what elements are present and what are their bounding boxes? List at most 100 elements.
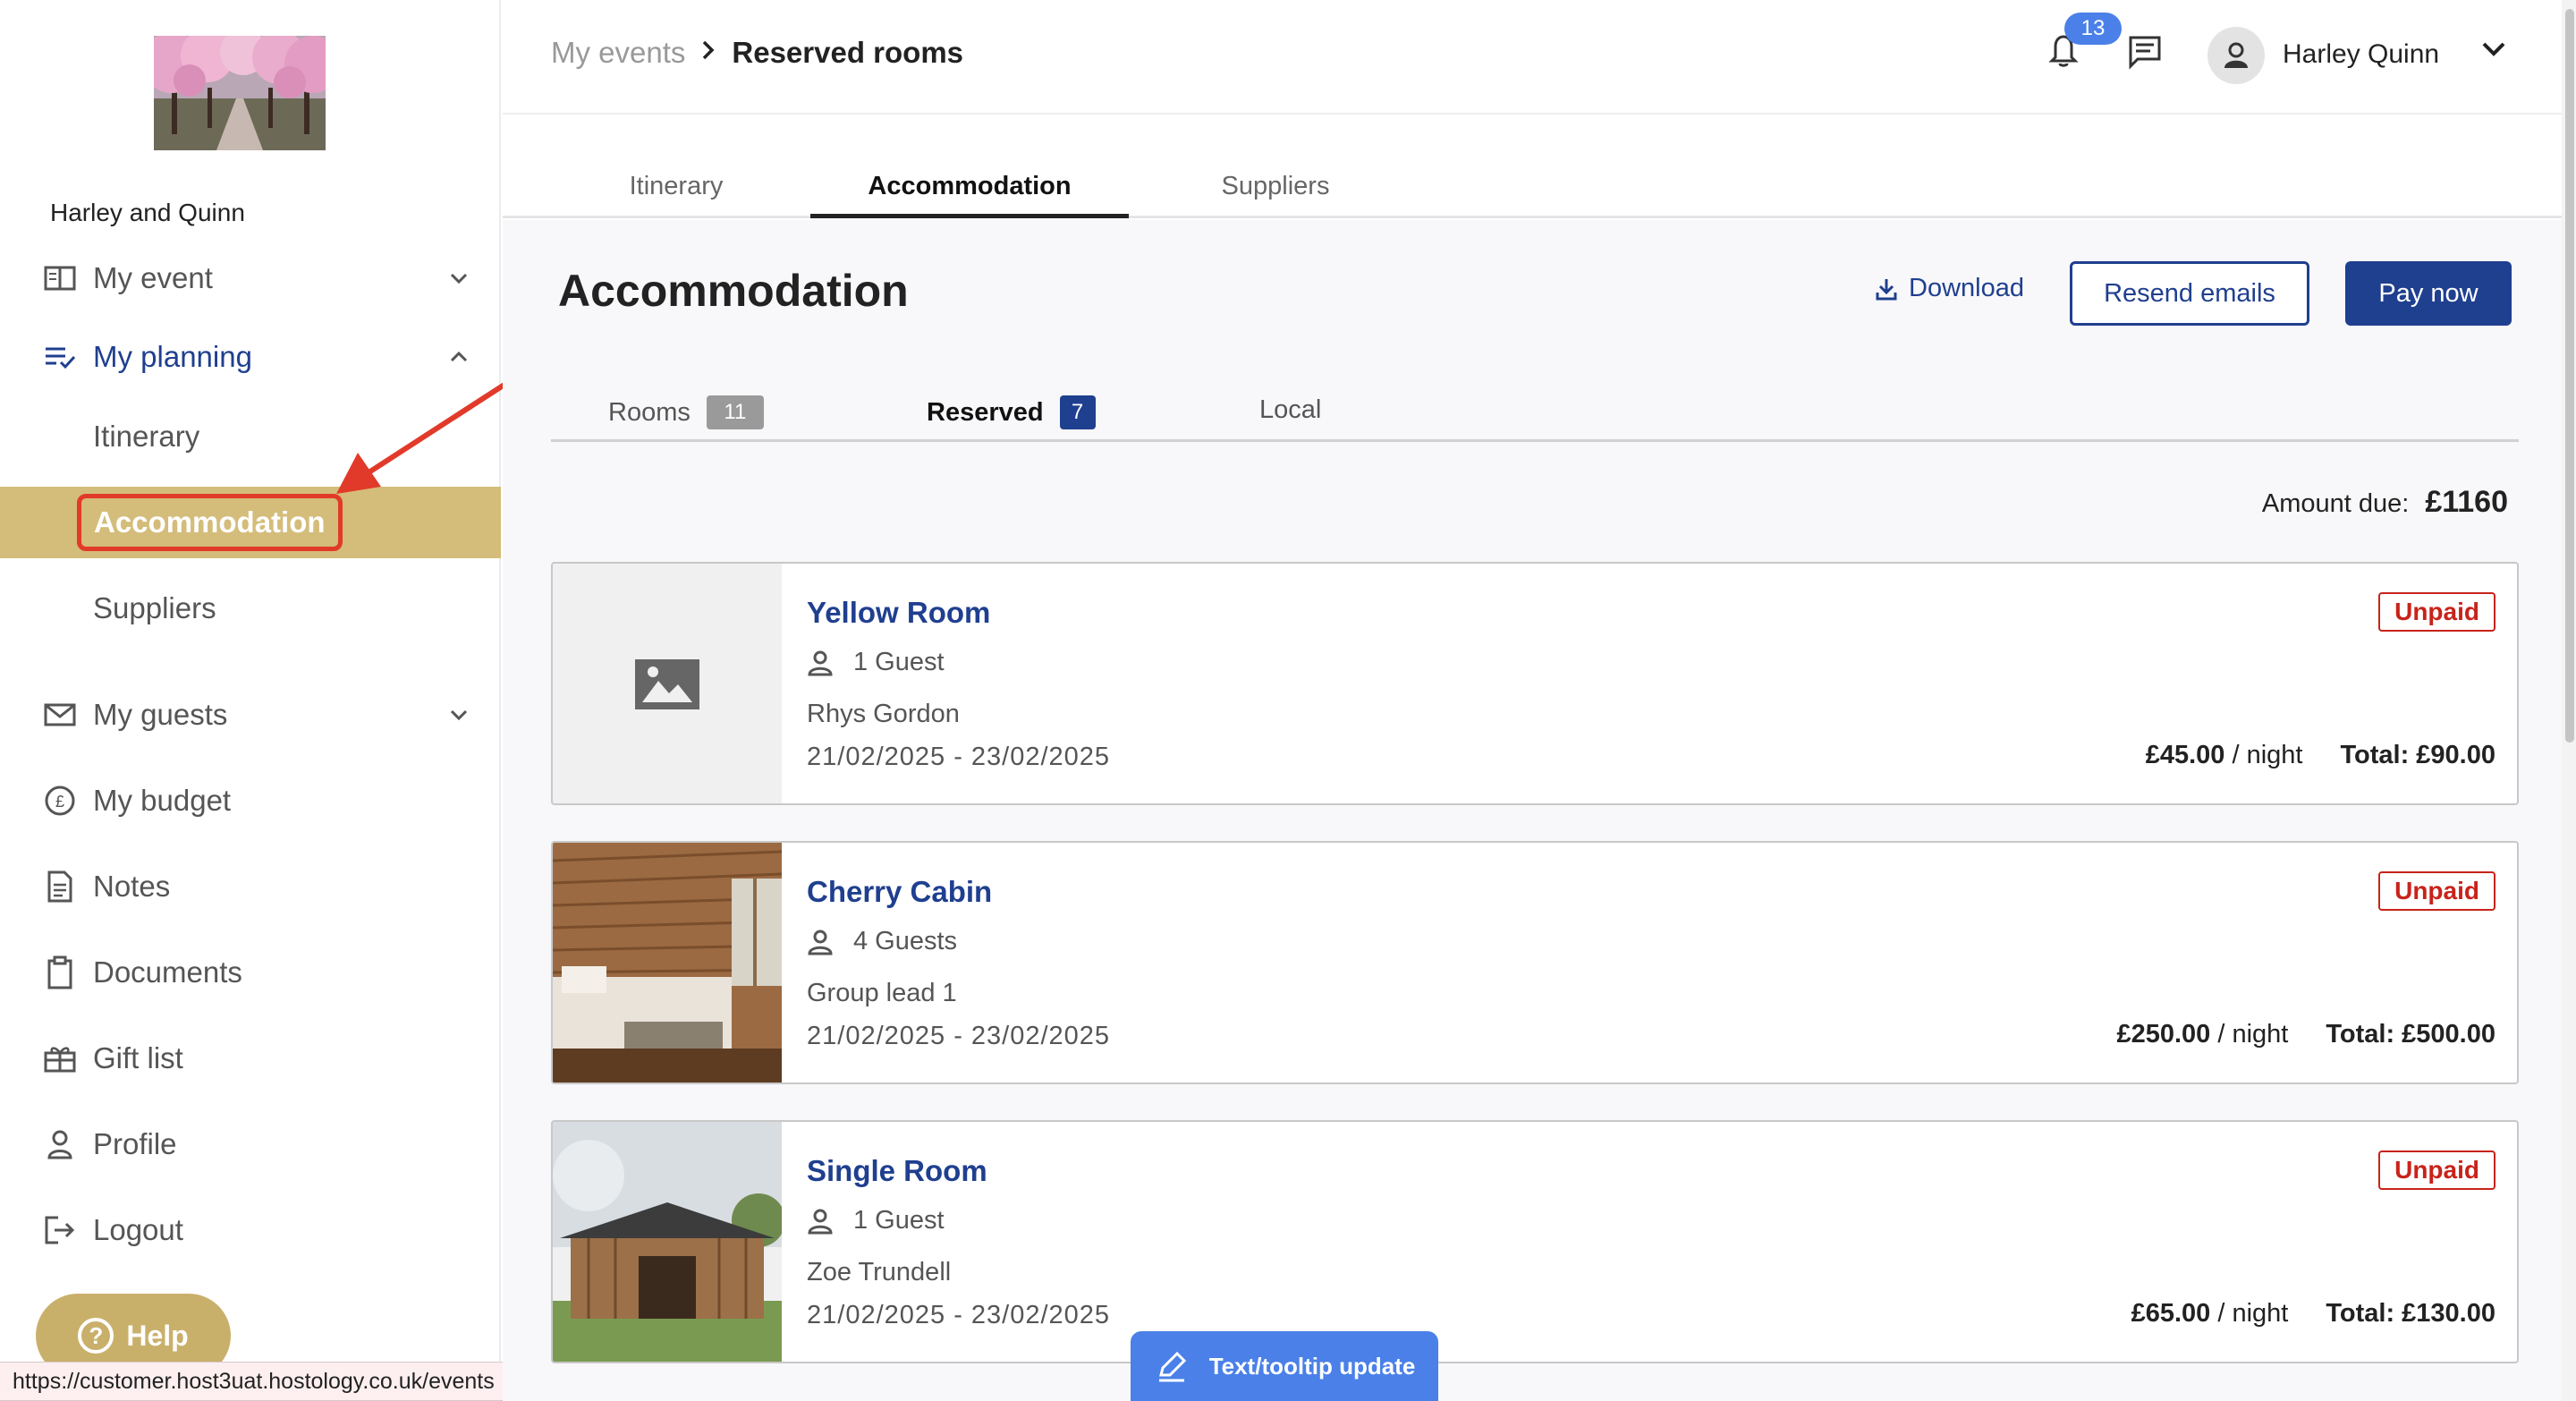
chevron-down-icon[interactable] xyxy=(2481,41,2506,62)
room-name[interactable]: Cherry Cabin xyxy=(807,875,992,909)
person-icon xyxy=(808,1209,833,1234)
status-bar-url: https://customer.host3uat.hostology.co.u… xyxy=(0,1362,508,1401)
total-price: Total: £500.00 xyxy=(2326,1020,2496,1049)
text-tooltip-update-button[interactable]: Text/tooltip update xyxy=(1131,1331,1438,1401)
sidebar-subitem-label: Accommodation xyxy=(77,494,343,551)
room-name[interactable]: Single Room xyxy=(807,1154,987,1188)
subtab-label: Reserved xyxy=(927,397,1044,427)
nightly-price: £65.00 xyxy=(2131,1299,2211,1328)
breadcrumb-link-my-events[interactable]: My events xyxy=(551,36,685,70)
person-icon xyxy=(2224,42,2248,68)
room-card[interactable]: Cherry Cabin 4 Guests Group lead 1 21/02… xyxy=(551,841,2519,1084)
sidebar-item-profile[interactable]: Profile xyxy=(0,1113,501,1176)
subtab-rooms[interactable]: Rooms 11 xyxy=(608,395,764,429)
sidebar-subitem-label: Itinerary xyxy=(93,420,200,453)
subtab-reserved[interactable]: Reserved 7 xyxy=(927,395,1096,429)
chat-icon[interactable] xyxy=(2127,34,2163,74)
room-photo xyxy=(553,843,782,1083)
avatar[interactable] xyxy=(2207,27,2265,84)
svg-text:£: £ xyxy=(55,793,64,811)
pencil-icon xyxy=(1158,1351,1186,1382)
room-guests: 1 Guest xyxy=(807,1206,945,1235)
mail-icon xyxy=(43,698,77,732)
room-card[interactable]: Yellow Room 1 Guest Rhys Gordon 21/02/20… xyxy=(551,562,2519,805)
user-name[interactable]: Harley Quinn xyxy=(2283,39,2439,70)
nightly-price: £250.00 xyxy=(2116,1020,2211,1049)
notification-count-badge: 13 xyxy=(2064,13,2122,45)
chevron-right-icon xyxy=(701,38,716,68)
subtab-label: Rooms xyxy=(608,397,691,427)
room-photo xyxy=(553,1122,782,1362)
sidebar-item-notes[interactable]: Notes xyxy=(0,855,501,918)
sidebar-item-label: Profile xyxy=(93,1127,177,1160)
clipboard-icon xyxy=(43,955,77,989)
scrollbar[interactable] xyxy=(2562,0,2576,1401)
status-badge: Unpaid xyxy=(2378,1151,2496,1190)
amount-due-value: £1160 xyxy=(2425,485,2508,519)
room-price: £45.00 / night Total: £90.00 xyxy=(2146,741,2496,770)
main-tabs: Itinerary Accommodation Suppliers xyxy=(503,115,2562,218)
document-icon xyxy=(43,870,77,904)
sidebar-item-my-event[interactable]: My event xyxy=(0,247,501,310)
reservation-subtabs: Rooms 11 Reserved 7 Local xyxy=(551,395,2519,442)
download-label: Download xyxy=(1909,274,2024,302)
tab-accommodation[interactable]: Accommodation xyxy=(810,172,1129,218)
book-open-icon xyxy=(43,261,77,295)
chevron-down-icon[interactable] xyxy=(445,265,472,292)
subtab-label: Local xyxy=(1259,395,1322,424)
room-price: £250.00 / night Total: £500.00 xyxy=(2116,1020,2496,1049)
status-badge: Unpaid xyxy=(2378,592,2496,632)
guest-count: 1 Guest xyxy=(853,648,945,676)
sidebar-item-label: My guests xyxy=(93,698,228,731)
gift-icon xyxy=(43,1041,77,1075)
count-badge: 7 xyxy=(1059,395,1096,429)
sidebar-item-label: Logout xyxy=(93,1213,183,1246)
sidebar-item-label: My budget xyxy=(93,784,232,817)
per-night-label: / night xyxy=(2217,1020,2289,1049)
person-icon xyxy=(808,650,833,675)
breadcrumb-current: Reserved rooms xyxy=(732,36,964,69)
sidebar-subitem-suppliers[interactable]: Suppliers xyxy=(0,573,501,644)
room-name[interactable]: Yellow Room xyxy=(807,596,990,630)
help-label: Help xyxy=(126,1319,189,1352)
page-title: Accommodation xyxy=(558,266,909,316)
guest-lead-name: Group lead 1 xyxy=(807,979,957,1007)
person-icon xyxy=(808,930,833,955)
nightly-price: £45.00 xyxy=(2145,741,2225,769)
chevron-down-icon[interactable] xyxy=(445,701,472,728)
tab-suppliers[interactable]: Suppliers xyxy=(1202,172,1349,218)
sidebar-item-label: My event xyxy=(93,261,213,294)
resend-emails-button[interactable]: Resend emails xyxy=(2070,261,2309,326)
sidebar-item-gift-list[interactable]: Gift list xyxy=(0,1027,501,1090)
annotation-arrow-icon xyxy=(336,378,510,494)
room-price: £65.00 / night Total: £130.00 xyxy=(2131,1299,2496,1329)
couple-name: Harley and Quinn xyxy=(50,199,245,226)
pay-now-button[interactable]: Pay now xyxy=(2345,261,2512,326)
room-card[interactable]: Single Room 1 Guest Zoe Trundell 21/02/2… xyxy=(551,1120,2519,1363)
subtab-local[interactable]: Local xyxy=(1259,395,1321,425)
download-button[interactable]: Download xyxy=(1875,274,2024,303)
download-icon xyxy=(1876,278,1897,300)
pound-coin-icon: £ xyxy=(43,784,77,818)
guest-lead-name: Rhys Gordon xyxy=(807,700,960,728)
tab-itinerary[interactable]: Itinerary xyxy=(614,172,739,218)
sidebar-item-my-guests[interactable]: My guests xyxy=(0,684,501,746)
sidebar: Harley and Quinn My event My planning It… xyxy=(0,0,510,1401)
image-placeholder-icon xyxy=(635,659,699,709)
scrollbar-thumb[interactable] xyxy=(2565,9,2574,743)
logout-icon xyxy=(43,1213,77,1247)
amount-due-label: Amount due: xyxy=(2261,489,2410,518)
tooltip-label: Text/tooltip update xyxy=(1208,1352,1416,1380)
room-image-placeholder xyxy=(553,564,782,803)
sidebar-item-documents[interactable]: Documents xyxy=(0,941,501,1004)
question-mark-icon: ? xyxy=(78,1318,114,1354)
per-night-label: / night xyxy=(2232,741,2303,769)
sidebar-item-my-budget[interactable]: £ My budget xyxy=(0,769,501,832)
guest-count: 4 Guests xyxy=(853,927,958,955)
amount-due: Amount due: £1160 xyxy=(2262,485,2508,520)
sidebar-item-logout[interactable]: Logout xyxy=(0,1199,501,1261)
status-badge: Unpaid xyxy=(2378,871,2496,911)
guest-count: 1 Guest xyxy=(853,1206,945,1235)
guest-lead-name: Zoe Trundell xyxy=(807,1258,952,1286)
stay-dates: 21/02/2025 - 23/02/2025 xyxy=(807,1022,1111,1050)
